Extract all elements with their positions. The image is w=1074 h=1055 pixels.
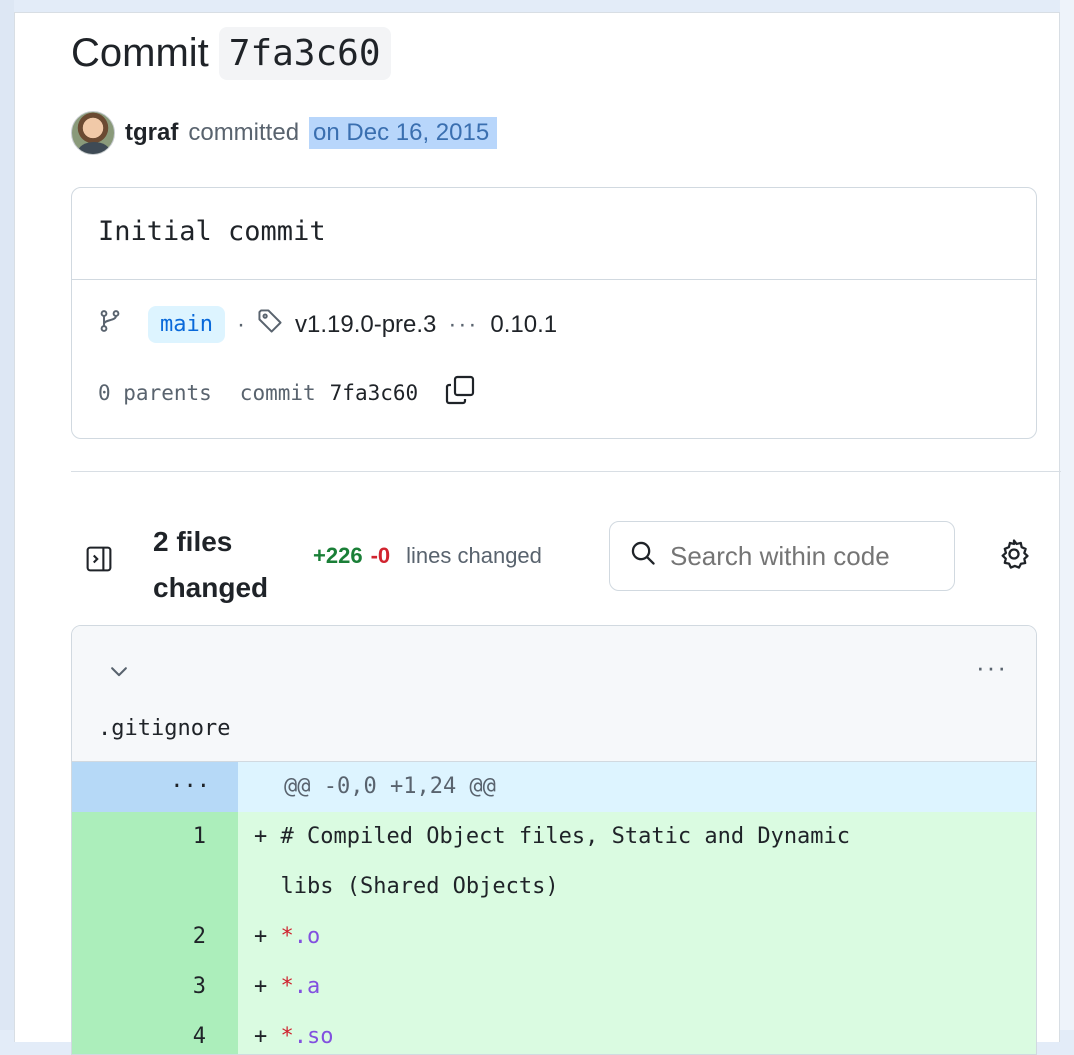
file-options-button[interactable]: ···	[976, 652, 1008, 683]
more-tags-button[interactable]: ···	[448, 311, 478, 339]
line-prefix: +	[254, 824, 281, 849]
chevron-down-icon[interactable]	[108, 660, 130, 687]
line-prefix: +	[254, 924, 281, 949]
diff-line: 4 + *.so	[72, 1012, 1036, 1054]
tag-link[interactable]: v1.19.0-pre.3	[295, 311, 436, 339]
additions-count: +226	[313, 543, 363, 568]
line-code: libs (Shared Objects)	[238, 862, 1036, 912]
hunk-header: @@ -0,0 +1,24 @@	[238, 762, 1036, 812]
line-number	[72, 862, 238, 912]
page-title: Commit 7fa3c60	[71, 27, 391, 80]
file-search-input[interactable]	[670, 540, 940, 572]
commit-page: Commit 7fa3c60 tgraf committed on Dec 16…	[14, 12, 1061, 1055]
line-number[interactable]: 4	[72, 1012, 238, 1054]
commit-date[interactable]: on Dec 16, 2015	[309, 117, 498, 149]
diff-line: 2 + *.o	[72, 912, 1036, 962]
line-number[interactable]: 3	[72, 962, 238, 1012]
line-text: # Compiled Object files, Static and Dyna…	[280, 824, 851, 849]
line-prefix: +	[254, 974, 281, 999]
diff-line-wrapped: libs (Shared Objects)	[72, 862, 1036, 912]
ref-separator: ·	[236, 310, 245, 338]
commit-label: commit	[239, 380, 316, 405]
branch-badge-main[interactable]: main	[148, 306, 225, 343]
hunk-header-row: ··· @@ -0,0 +1,24 @@	[72, 762, 1036, 812]
line-code: + *.a	[238, 962, 1036, 1012]
copy-icon[interactable]	[444, 374, 476, 411]
files-changed-toolbar: 2 files changed +226 -0 lines changed	[71, 513, 1051, 609]
gear-icon[interactable]	[997, 537, 1031, 576]
background-left	[0, 0, 14, 1030]
search-icon	[630, 540, 656, 573]
tag-icon	[257, 308, 283, 341]
commit-info-box: Initial commit main · v1.19.0-pre.3 ··· …	[71, 187, 1037, 439]
file-extension: .o	[293, 924, 321, 949]
sidebar-toggle-icon[interactable]	[85, 545, 113, 578]
line-text: libs (Shared Objects)	[280, 874, 559, 899]
file-extension: .a	[293, 974, 321, 999]
diff-line: 1 + # Compiled Object files, Static and …	[72, 812, 1036, 862]
glob-symbol: *	[280, 924, 294, 949]
file-name[interactable]: .gitignore	[98, 716, 230, 741]
oldest-tag-link[interactable]: 0.10.1	[490, 311, 557, 339]
glob-symbol: *	[280, 1024, 294, 1049]
commit-meta: 0 parents commit 7fa3c60	[98, 374, 476, 411]
glob-symbol: *	[280, 974, 294, 999]
commit-sha-title: 7fa3c60	[218, 27, 391, 80]
commit-refs: main · v1.19.0-pre.3 ··· 0.10.1	[98, 306, 557, 343]
diff-line: 3 + *.a	[72, 962, 1036, 1012]
expand-hunk-button[interactable]: ···	[72, 762, 238, 812]
line-code: + # Compiled Object files, Static and Dy…	[238, 812, 1036, 862]
diff-stats: +226 -0 lines changed	[313, 543, 542, 569]
lines-changed-label: lines changed	[406, 543, 542, 568]
author-link[interactable]: tgraf	[125, 119, 178, 147]
files-changed-count: 2 files changed	[153, 526, 269, 603]
line-number[interactable]: 2	[72, 912, 238, 962]
file-search-box[interactable]	[609, 521, 955, 591]
avatar[interactable]	[71, 111, 115, 155]
author-line: tgraf committed on Dec 16, 2015	[71, 111, 498, 155]
committed-label: committed	[188, 119, 300, 146]
file-diff-gitignore: ··· .gitignore ··· @@ -0,0 +1,24 @@ 1 + …	[71, 625, 1037, 1055]
deletions-count: -0	[370, 543, 391, 568]
commit-message: Initial commit	[72, 188, 1036, 280]
background-right	[1060, 0, 1074, 1030]
git-branch-icon	[98, 307, 122, 342]
line-prefix	[254, 874, 281, 899]
line-prefix: +	[254, 1024, 281, 1049]
parents-count: 0 parents	[98, 380, 212, 405]
line-number[interactable]: 1	[72, 812, 238, 862]
line-code: + *.o	[238, 912, 1036, 962]
line-code: + *.so	[238, 1012, 1036, 1054]
page-title-prefix: Commit	[71, 31, 209, 75]
file-extension: .so	[293, 1024, 334, 1049]
section-divider	[71, 471, 1061, 472]
file-header: ··· .gitignore	[72, 626, 1036, 762]
commit-sha-short: 7fa3c60	[329, 380, 419, 405]
